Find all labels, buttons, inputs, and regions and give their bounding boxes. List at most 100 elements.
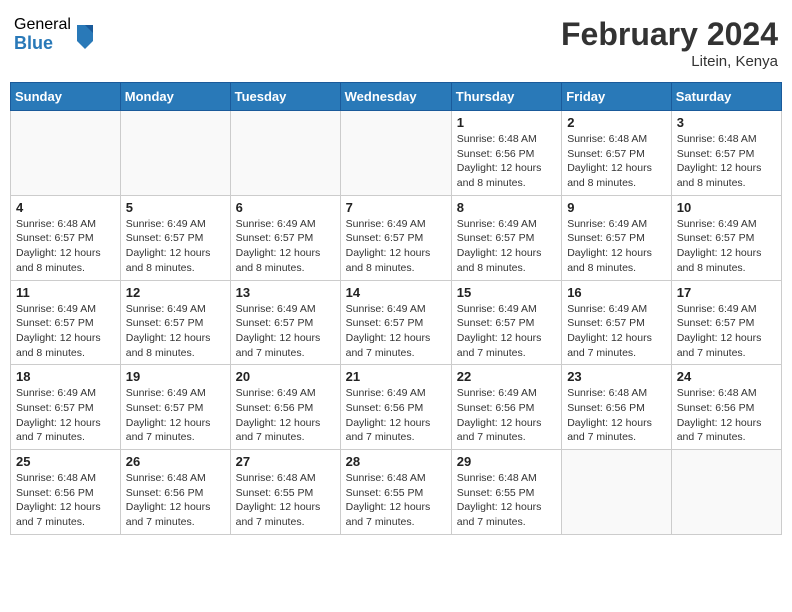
- calendar-day-cell: [562, 450, 672, 535]
- calendar-day-cell: 28 Sunrise: 6:48 AM Sunset: 6:55 PM Dayli…: [340, 450, 451, 535]
- calendar-day-cell: 25 Sunrise: 6:48 AM Sunset: 6:56 PM Dayli…: [11, 450, 121, 535]
- calendar-day-cell: 1 Sunrise: 6:48 AM Sunset: 6:56 PM Daylig…: [451, 111, 561, 196]
- day-number: 8: [457, 200, 556, 215]
- day-number: 25: [16, 454, 115, 469]
- calendar-day-cell: 9 Sunrise: 6:49 AM Sunset: 6:57 PM Daylig…: [562, 195, 672, 280]
- calendar-day-cell: 22 Sunrise: 6:49 AM Sunset: 6:56 PM Dayli…: [451, 365, 561, 450]
- day-info: Sunrise: 6:49 AM Sunset: 6:57 PM Dayligh…: [126, 386, 225, 445]
- calendar-day-cell: 21 Sunrise: 6:49 AM Sunset: 6:56 PM Dayli…: [340, 365, 451, 450]
- calendar-day-cell: 17 Sunrise: 6:49 AM Sunset: 6:57 PM Dayli…: [671, 280, 781, 365]
- day-info: Sunrise: 6:49 AM Sunset: 6:56 PM Dayligh…: [346, 386, 446, 445]
- day-number: 1: [457, 115, 556, 130]
- month-year: February 2024: [561, 16, 778, 53]
- day-info: Sunrise: 6:49 AM Sunset: 6:56 PM Dayligh…: [236, 386, 335, 445]
- day-info: Sunrise: 6:49 AM Sunset: 6:57 PM Dayligh…: [677, 217, 776, 276]
- day-info: Sunrise: 6:48 AM Sunset: 6:55 PM Dayligh…: [457, 471, 556, 530]
- calendar-day-cell: 4Sunrise: 6:48 AM Sunset: 6:57 PM Daylig…: [11, 195, 121, 280]
- day-info: Sunrise: 6:48 AM Sunset: 6:57 PM Dayligh…: [567, 132, 666, 191]
- logo: General Blue: [14, 16, 97, 53]
- day-number: 7: [346, 200, 446, 215]
- calendar-day-cell: 19 Sunrise: 6:49 AM Sunset: 6:57 PM Dayli…: [120, 365, 230, 450]
- day-number: 5: [126, 200, 225, 215]
- logo-general: General: [14, 16, 71, 34]
- day-info: Sunrise: 6:48 AM Sunset: 6:56 PM Dayligh…: [457, 132, 556, 191]
- calendar-day-cell: [340, 111, 451, 196]
- day-info: Sunrise: 6:48 AM Sunset: 6:56 PM Dayligh…: [16, 471, 115, 530]
- weekday-header-cell: Friday: [562, 83, 672, 111]
- day-number: 4: [16, 200, 115, 215]
- location: Litein, Kenya: [561, 53, 778, 70]
- day-info: Sunrise: 6:48 AM Sunset: 6:56 PM Dayligh…: [677, 386, 776, 445]
- calendar-day-cell: [230, 111, 340, 196]
- day-info: Sunrise: 6:48 AM Sunset: 6:56 PM Dayligh…: [126, 471, 225, 530]
- day-info: Sunrise: 6:49 AM Sunset: 6:57 PM Dayligh…: [457, 217, 556, 276]
- day-number: 23: [567, 369, 666, 384]
- day-number: 6: [236, 200, 335, 215]
- calendar-day-cell: 26Sunrise: 6:48 AM Sunset: 6:56 PM Dayli…: [120, 450, 230, 535]
- day-info: Sunrise: 6:49 AM Sunset: 6:57 PM Dayligh…: [677, 302, 776, 361]
- day-info: Sunrise: 6:49 AM Sunset: 6:57 PM Dayligh…: [236, 217, 335, 276]
- day-info: Sunrise: 6:48 AM Sunset: 6:55 PM Dayligh…: [236, 471, 335, 530]
- weekday-header-cell: Tuesday: [230, 83, 340, 111]
- day-info: Sunrise: 6:49 AM Sunset: 6:57 PM Dayligh…: [567, 302, 666, 361]
- calendar-week-row: 11 Sunrise: 6:49 AM Sunset: 6:57 PM Dayli…: [11, 280, 782, 365]
- day-number: 3: [677, 115, 776, 130]
- day-number: 14: [346, 285, 446, 300]
- calendar-body: 1 Sunrise: 6:48 AM Sunset: 6:56 PM Daylig…: [11, 111, 782, 535]
- day-number: 2: [567, 115, 666, 130]
- day-number: 27: [236, 454, 335, 469]
- day-number: 21: [346, 369, 446, 384]
- day-info: Sunrise: 6:49 AM Sunset: 6:57 PM Dayligh…: [236, 302, 335, 361]
- day-number: 16: [567, 285, 666, 300]
- day-info: Sunrise: 6:48 AM Sunset: 6:55 PM Dayligh…: [346, 471, 446, 530]
- calendar-day-cell: 20 Sunrise: 6:49 AM Sunset: 6:56 PM Dayli…: [230, 365, 340, 450]
- day-info: Sunrise: 6:49 AM Sunset: 6:57 PM Dayligh…: [346, 302, 446, 361]
- day-number: 13: [236, 285, 335, 300]
- calendar-week-row: 4Sunrise: 6:48 AM Sunset: 6:57 PM Daylig…: [11, 195, 782, 280]
- day-number: 22: [457, 369, 556, 384]
- calendar-day-cell: 5 Sunrise: 6:49 AM Sunset: 6:57 PM Daylig…: [120, 195, 230, 280]
- calendar-day-cell: 6 Sunrise: 6:49 AM Sunset: 6:57 PM Daylig…: [230, 195, 340, 280]
- weekday-header-row: SundayMondayTuesdayWednesdayThursdayFrid…: [11, 83, 782, 111]
- page-header: General Blue February 2024 Litein, Kenya: [10, 10, 782, 76]
- calendar-day-cell: 16 Sunrise: 6:49 AM Sunset: 6:57 PM Dayli…: [562, 280, 672, 365]
- calendar-day-cell: 27 Sunrise: 6:48 AM Sunset: 6:55 PM Dayli…: [230, 450, 340, 535]
- day-number: 18: [16, 369, 115, 384]
- calendar-day-cell: 18 Sunrise: 6:49 AM Sunset: 6:57 PM Dayli…: [11, 365, 121, 450]
- day-info: Sunrise: 6:49 AM Sunset: 6:57 PM Dayligh…: [457, 302, 556, 361]
- day-info: Sunrise: 6:49 AM Sunset: 6:57 PM Dayligh…: [126, 217, 225, 276]
- day-info: Sunrise: 6:49 AM Sunset: 6:57 PM Dayligh…: [16, 386, 115, 445]
- day-number: 20: [236, 369, 335, 384]
- day-number: 28: [346, 454, 446, 469]
- calendar-day-cell: [671, 450, 781, 535]
- calendar-week-row: 1 Sunrise: 6:48 AM Sunset: 6:56 PM Daylig…: [11, 111, 782, 196]
- calendar-day-cell: 29 Sunrise: 6:48 AM Sunset: 6:55 PM Dayli…: [451, 450, 561, 535]
- day-number: 15: [457, 285, 556, 300]
- calendar-week-row: 25 Sunrise: 6:48 AM Sunset: 6:56 PM Dayli…: [11, 450, 782, 535]
- calendar-day-cell: 11Sunrise: 6:49 AM Sunset: 6:57 PM Dayli…: [11, 280, 121, 365]
- day-info: Sunrise: 6:49 AM Sunset: 6:57 PM Dayligh…: [567, 217, 666, 276]
- calendar-day-cell: 24 Sunrise: 6:48 AM Sunset: 6:56 PM Dayli…: [671, 365, 781, 450]
- calendar-day-cell: 7Sunrise: 6:49 AM Sunset: 6:57 PM Daylig…: [340, 195, 451, 280]
- logo-icon: [73, 21, 97, 49]
- day-number: 17: [677, 285, 776, 300]
- day-number: 19: [126, 369, 225, 384]
- calendar-day-cell: 10 Sunrise: 6:49 AM Sunset: 6:57 PM Dayli…: [671, 195, 781, 280]
- title-block: February 2024 Litein, Kenya: [561, 16, 778, 70]
- day-number: 29: [457, 454, 556, 469]
- day-number: 10: [677, 200, 776, 215]
- day-info: Sunrise: 6:48 AM Sunset: 6:57 PM Dayligh…: [677, 132, 776, 191]
- day-number: 11: [16, 285, 115, 300]
- calendar-day-cell: 13 Sunrise: 6:49 AM Sunset: 6:57 PM Dayli…: [230, 280, 340, 365]
- day-number: 9: [567, 200, 666, 215]
- day-number: 24: [677, 369, 776, 384]
- day-info: Sunrise: 6:49 AM Sunset: 6:56 PM Dayligh…: [457, 386, 556, 445]
- calendar-day-cell: [11, 111, 121, 196]
- logo-blue: Blue: [14, 34, 71, 54]
- calendar-day-cell: 23Sunrise: 6:48 AM Sunset: 6:56 PM Dayli…: [562, 365, 672, 450]
- weekday-header-cell: Thursday: [451, 83, 561, 111]
- day-info: Sunrise: 6:49 AM Sunset: 6:57 PM Dayligh…: [126, 302, 225, 361]
- calendar-day-cell: 2 Sunrise: 6:48 AM Sunset: 6:57 PM Daylig…: [562, 111, 672, 196]
- calendar-day-cell: 3 Sunrise: 6:48 AM Sunset: 6:57 PM Daylig…: [671, 111, 781, 196]
- calendar-week-row: 18 Sunrise: 6:49 AM Sunset: 6:57 PM Dayli…: [11, 365, 782, 450]
